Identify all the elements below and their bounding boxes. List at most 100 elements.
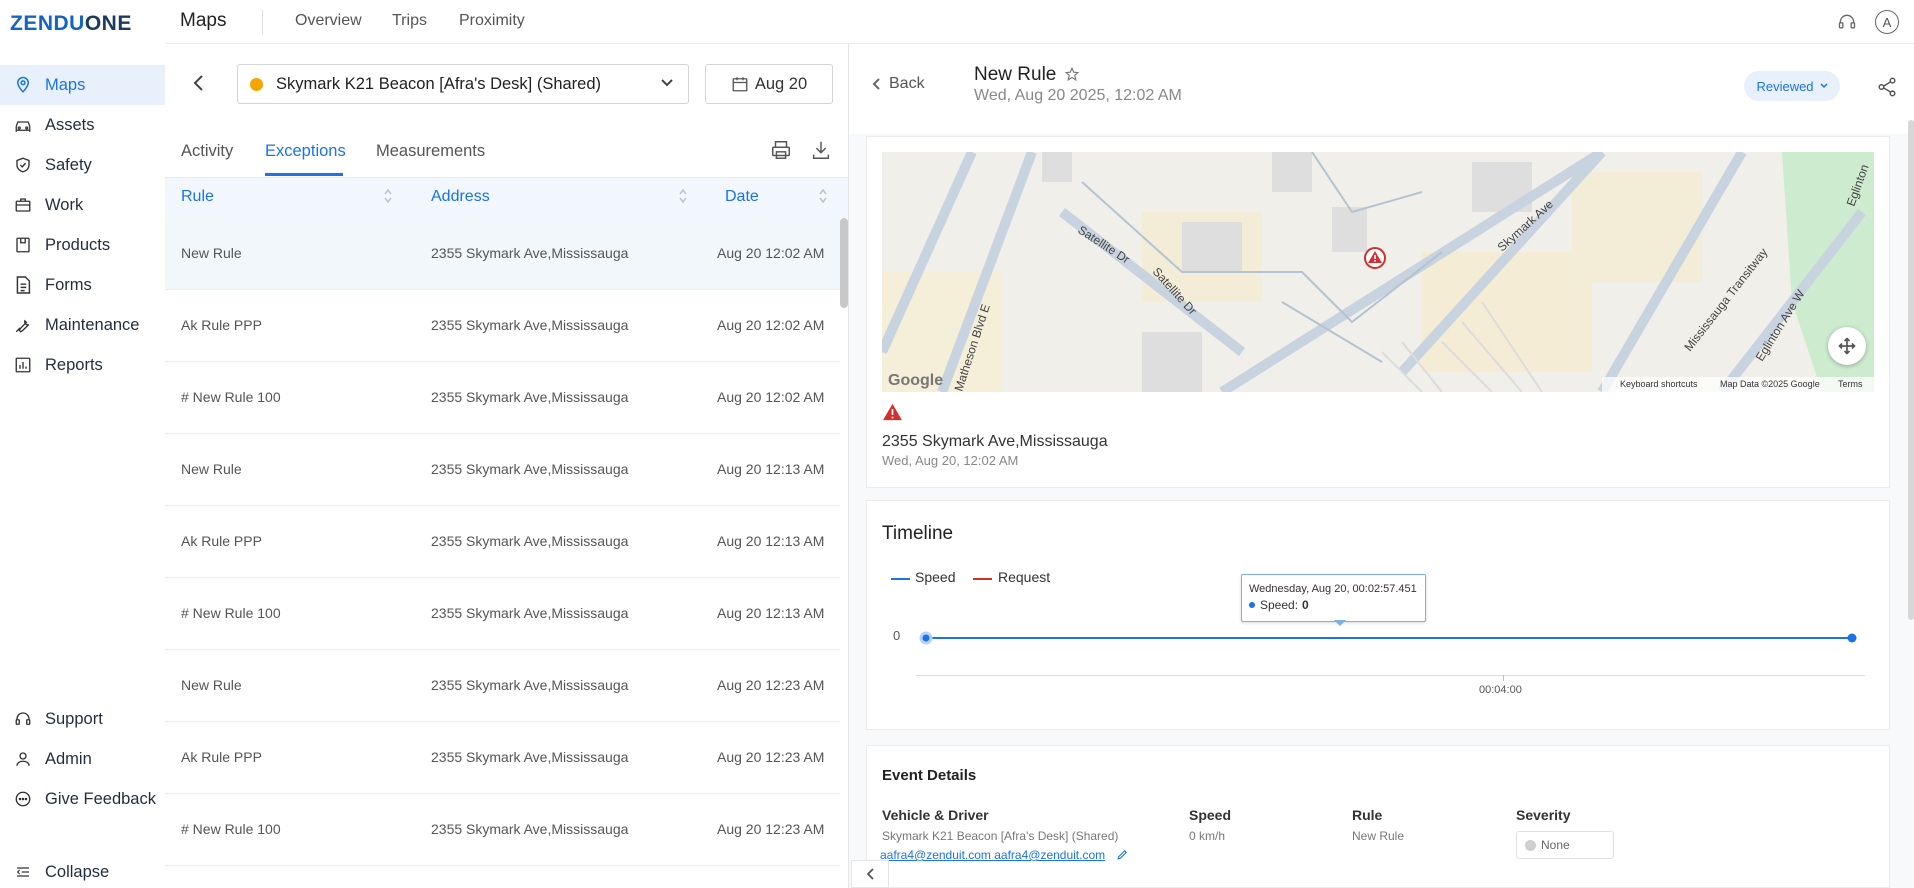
tab-measurements[interactable]: Measurements (376, 142, 485, 161)
date-value: Aug 20 (754, 74, 808, 93)
table-row[interactable]: New Rule 2355 Skymark Ave,Mississauga Au… (165, 434, 840, 506)
sort-icon[interactable] (383, 187, 393, 205)
sidebar-item-work[interactable]: Work (0, 185, 165, 225)
y-tick-label: 0 (893, 628, 901, 643)
x-tick (1503, 675, 1504, 681)
speed-data-point[interactable] (919, 631, 933, 645)
tooltip-title: Wednesday, Aug 20, 00:02:57.451 (1249, 583, 1417, 595)
nav-link-trips[interactable]: Trips (392, 12, 427, 30)
sidebar-item-label: Work (45, 195, 84, 214)
scrollbar[interactable] (840, 218, 848, 308)
cell-date: Aug 20 12:13 AM (717, 461, 825, 477)
table-row[interactable]: New Rule 2355 Skymark Ave,Mississauga Au… (165, 650, 840, 722)
sidebar-item-label: Assets (45, 115, 95, 134)
download-icon[interactable] (810, 139, 832, 161)
google-logo: Google (888, 372, 943, 389)
legend-label-speed: Speed (915, 569, 956, 585)
column-header-date[interactable]: Date (725, 188, 759, 206)
map-footer-text: Terms (1838, 379, 1863, 389)
cell-date: Aug 20 12:23 AM (717, 749, 825, 765)
vehicle-select[interactable]: Skymark K21 Beacon [Afra's Desk] (Shared… (237, 64, 689, 104)
back-label: Back (889, 75, 925, 92)
sidebar-item-forms[interactable]: Forms (0, 265, 165, 305)
sidebar: ZENDUONE Maps Assets Safety Work Product… (0, 0, 165, 888)
driver-email-link[interactable]: aafra4@zenduit.com aafra4@zenduit.com (880, 848, 1105, 862)
table-row[interactable]: # New Rule 100 2355 Skymark Ave,Mississa… (165, 362, 840, 434)
tab-exceptions[interactable]: Exceptions (265, 142, 346, 161)
map-footer-text: Keyboard shortcuts (1620, 379, 1698, 389)
status-dropdown[interactable]: Reviewed (1744, 71, 1840, 101)
sidebar-item-safety[interactable]: Safety (0, 145, 165, 185)
vehicle-driver-label: Vehicle & Driver (882, 807, 989, 823)
zenduone-logo[interactable]: ZENDUONE (10, 12, 132, 35)
cell-rule: Ak Rule PPP (181, 317, 262, 333)
sidebar-item-maps[interactable]: Maps (0, 65, 165, 105)
sidebar-item-label: Products (45, 235, 111, 254)
cell-date: Aug 20 12:02 AM (717, 389, 825, 405)
legend-swatch-request (973, 578, 992, 580)
sidebar-item-label: Maps (45, 75, 86, 94)
speed-data-point[interactable] (1847, 633, 1857, 643)
cell-address: 2355 Skymark Ave,Mississauga (431, 749, 629, 765)
edit-icon[interactable] (1116, 848, 1129, 861)
user-icon (12, 748, 34, 770)
tab-activity[interactable]: Activity (181, 142, 233, 161)
table-row[interactable]: New Rule 2355 Skymark Ave,Mississauga Au… (165, 218, 840, 290)
sidebar-item-admin[interactable]: Admin (0, 739, 165, 779)
cell-rule: Ak Rule PPP (181, 533, 262, 549)
avatar[interactable]: A (1875, 10, 1899, 34)
status-value: Reviewed (1756, 78, 1814, 94)
print-icon[interactable] (770, 139, 792, 161)
column-header-rule[interactable]: Rule (181, 188, 214, 206)
cell-address: 2355 Skymark Ave,Mississauga (431, 533, 629, 549)
headset-icon[interactable] (1836, 12, 1858, 32)
cell-date: Aug 20 12:13 AM (717, 533, 825, 549)
shield-icon (12, 154, 34, 176)
cell-date: Aug 20 12:13 AM (717, 605, 825, 621)
legend-label-request: Request (998, 569, 1051, 585)
collapse-panel-button[interactable] (851, 860, 889, 888)
cell-date: Aug 20 12:23 AM (717, 821, 825, 837)
sidebar-item-support[interactable]: Support (0, 699, 165, 739)
cell-address: 2355 Skymark Ave,Mississauga (431, 245, 629, 261)
chart-icon (12, 354, 34, 376)
divider (262, 10, 263, 34)
speed-label: Speed (1189, 807, 1232, 823)
detail-subtitle: Wed, Aug 20 2025, 12:02 AM (974, 87, 1182, 104)
scrollbar[interactable] (1908, 120, 1914, 620)
table-row[interactable]: Ak Rule PPP 2355 Skymark Ave,Mississauga… (165, 290, 840, 362)
sort-icon[interactable] (678, 187, 688, 205)
star-icon[interactable] (1065, 67, 1079, 81)
table-row[interactable]: # New Rule 100 2355 Skymark Ave,Mississa… (165, 794, 840, 866)
nav-link-overview[interactable]: Overview (295, 12, 362, 30)
date-picker-button[interactable]: Aug 20 (705, 64, 833, 104)
sidebar-item-feedback[interactable]: Give Feedback (0, 779, 165, 819)
fullscreen-button[interactable] (1828, 327, 1866, 365)
sidebar-item-maintenance[interactable]: Maintenance (0, 305, 165, 345)
share-icon[interactable] (1876, 76, 1898, 98)
sort-icon[interactable] (818, 187, 828, 205)
table-row[interactable]: Ak Rule PPP 2355 Skymark Ave,Mississauga… (165, 506, 840, 578)
table-row[interactable]: # New Rule 100 2355 Skymark Ave,Mississa… (165, 578, 840, 650)
cell-address: 2355 Skymark Ave,Mississauga (431, 677, 629, 693)
map-footer-text: Map Data ©2025 Google (1720, 379, 1820, 389)
collapse-button[interactable]: Collapse (0, 852, 165, 888)
nav-link-proximity[interactable]: Proximity (459, 12, 525, 30)
sidebar-item-products[interactable]: Products (0, 225, 165, 265)
wrench-icon (12, 314, 34, 336)
sidebar-item-reports[interactable]: Reports (0, 345, 165, 385)
table-row[interactable]: Ak Rule PPP 2355 Skymark Ave,Mississauga… (165, 722, 840, 794)
back-button[interactable]: Back (872, 75, 925, 93)
sidebar-item-label: Support (45, 709, 103, 728)
cell-address: 2355 Skymark Ave,Mississauga (431, 605, 629, 621)
sidebar-item-label: Give Feedback (45, 789, 156, 808)
map[interactable]: Satellite Dr Satellite Dr Skymark Ave Ma… (882, 152, 1874, 392)
chevron-left-icon[interactable] (192, 73, 206, 93)
cell-rule: New Rule (181, 461, 242, 477)
column-header-address[interactable]: Address (431, 188, 490, 206)
severity-badge: None (1516, 831, 1614, 859)
sidebar-item-assets[interactable]: Assets (0, 105, 165, 145)
cell-rule: # New Rule 100 (181, 605, 281, 621)
cell-date: Aug 20 12:02 AM (717, 245, 825, 261)
event-time: Wed, Aug 20, 12:02 AM (882, 453, 1019, 468)
